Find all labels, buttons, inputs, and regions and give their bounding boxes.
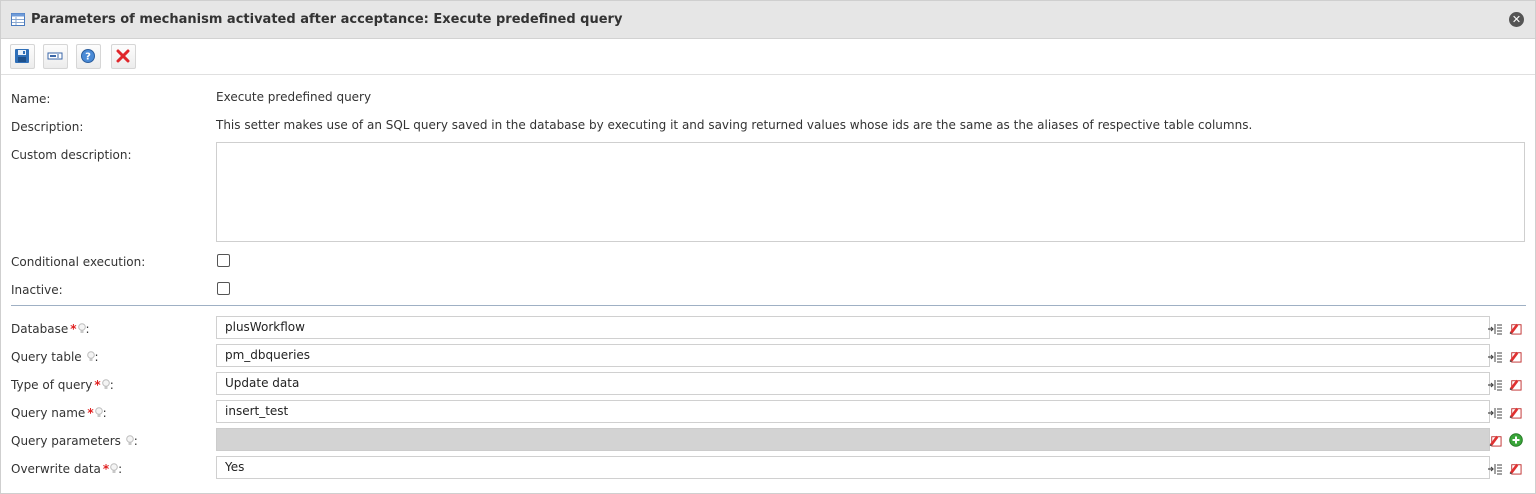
clear-field-icon[interactable] <box>1508 461 1522 475</box>
select-list-icon[interactable] <box>1488 350 1502 364</box>
mechanism-parameters-dialog: Parameters of mechanism activated after … <box>0 0 1536 494</box>
floppy-disk-icon <box>15 49 29 63</box>
inactive-label: Inactive: <box>11 283 63 297</box>
required-marker: * <box>102 462 110 476</box>
hint-bulb-icon <box>125 435 134 445</box>
hint-bulb-icon <box>110 463 118 473</box>
select-list-icon[interactable] <box>1488 322 1502 336</box>
help-button[interactable]: ? <box>76 44 101 69</box>
save-button[interactable] <box>10 44 35 69</box>
inactive-checkbox[interactable] <box>217 282 230 295</box>
select-list-icon[interactable] <box>1488 462 1502 476</box>
name-label: Name: <box>11 92 51 106</box>
section-separator <box>11 305 1526 306</box>
form-field-icon <box>47 52 63 60</box>
custom-description-label: Custom description: <box>11 148 132 162</box>
select-list-icon[interactable] <box>1488 378 1502 392</box>
required-marker: * <box>70 322 77 336</box>
dialog-titlebar: Parameters of mechanism activated after … <box>1 1 1535 39</box>
clear-field-icon[interactable] <box>1508 321 1522 335</box>
conditional-execution-checkbox[interactable] <box>217 254 230 267</box>
toolbar: ? <box>1 39 1535 75</box>
database-label: Database *: <box>11 322 90 336</box>
description-label: Description: <box>11 120 84 134</box>
add-parameter-icon[interactable] <box>1509 433 1523 447</box>
cancel-button[interactable] <box>111 44 136 69</box>
form-field-button[interactable] <box>43 44 68 69</box>
hint-bulb-icon <box>86 351 95 361</box>
dialog-title: Parameters of mechanism activated after … <box>31 12 623 27</box>
query-type-field[interactable]: Update data <box>216 372 1490 395</box>
close-button[interactable]: ✕ <box>1509 12 1524 27</box>
conditional-execution-label: Conditional execution: <box>11 255 146 269</box>
svg-text:?: ? <box>85 52 91 63</box>
query-parameters-label: Query parameters : <box>11 434 138 448</box>
database-field[interactable]: plusWorkflow <box>216 316 1490 339</box>
hint-bulb-icon <box>101 379 110 389</box>
clear-field-icon[interactable] <box>1508 405 1522 419</box>
hint-bulb-icon <box>94 407 103 417</box>
custom-description-textarea[interactable] <box>216 142 1525 242</box>
query-name-field[interactable]: insert_test <box>216 400 1490 423</box>
query-type-label: Type of query *: <box>11 378 114 392</box>
red-x-icon <box>116 49 130 63</box>
query-table-field[interactable]: pm_dbqueries <box>216 344 1490 367</box>
query-parameters-field <box>216 428 1490 451</box>
required-marker: * <box>94 378 101 392</box>
description-value: This setter makes use of an SQL query sa… <box>216 118 1253 132</box>
table-icon <box>11 13 25 26</box>
overwrite-data-label: Overwrite data *: <box>11 462 123 476</box>
query-name-label: Query name *: <box>11 406 107 420</box>
required-marker: * <box>87 406 94 420</box>
overwrite-data-field[interactable]: Yes <box>216 456 1490 479</box>
query-table-label: Query table : <box>11 350 99 364</box>
clear-field-icon[interactable] <box>1508 349 1522 363</box>
clear-field-icon[interactable] <box>1488 433 1502 447</box>
select-list-icon[interactable] <box>1488 406 1502 420</box>
help-icon: ? <box>81 49 95 63</box>
clear-field-icon[interactable] <box>1508 377 1522 391</box>
hint-bulb-icon <box>77 323 86 333</box>
name-value: Execute predefined query <box>216 90 372 104</box>
close-icon: ✕ <box>1511 13 1522 26</box>
